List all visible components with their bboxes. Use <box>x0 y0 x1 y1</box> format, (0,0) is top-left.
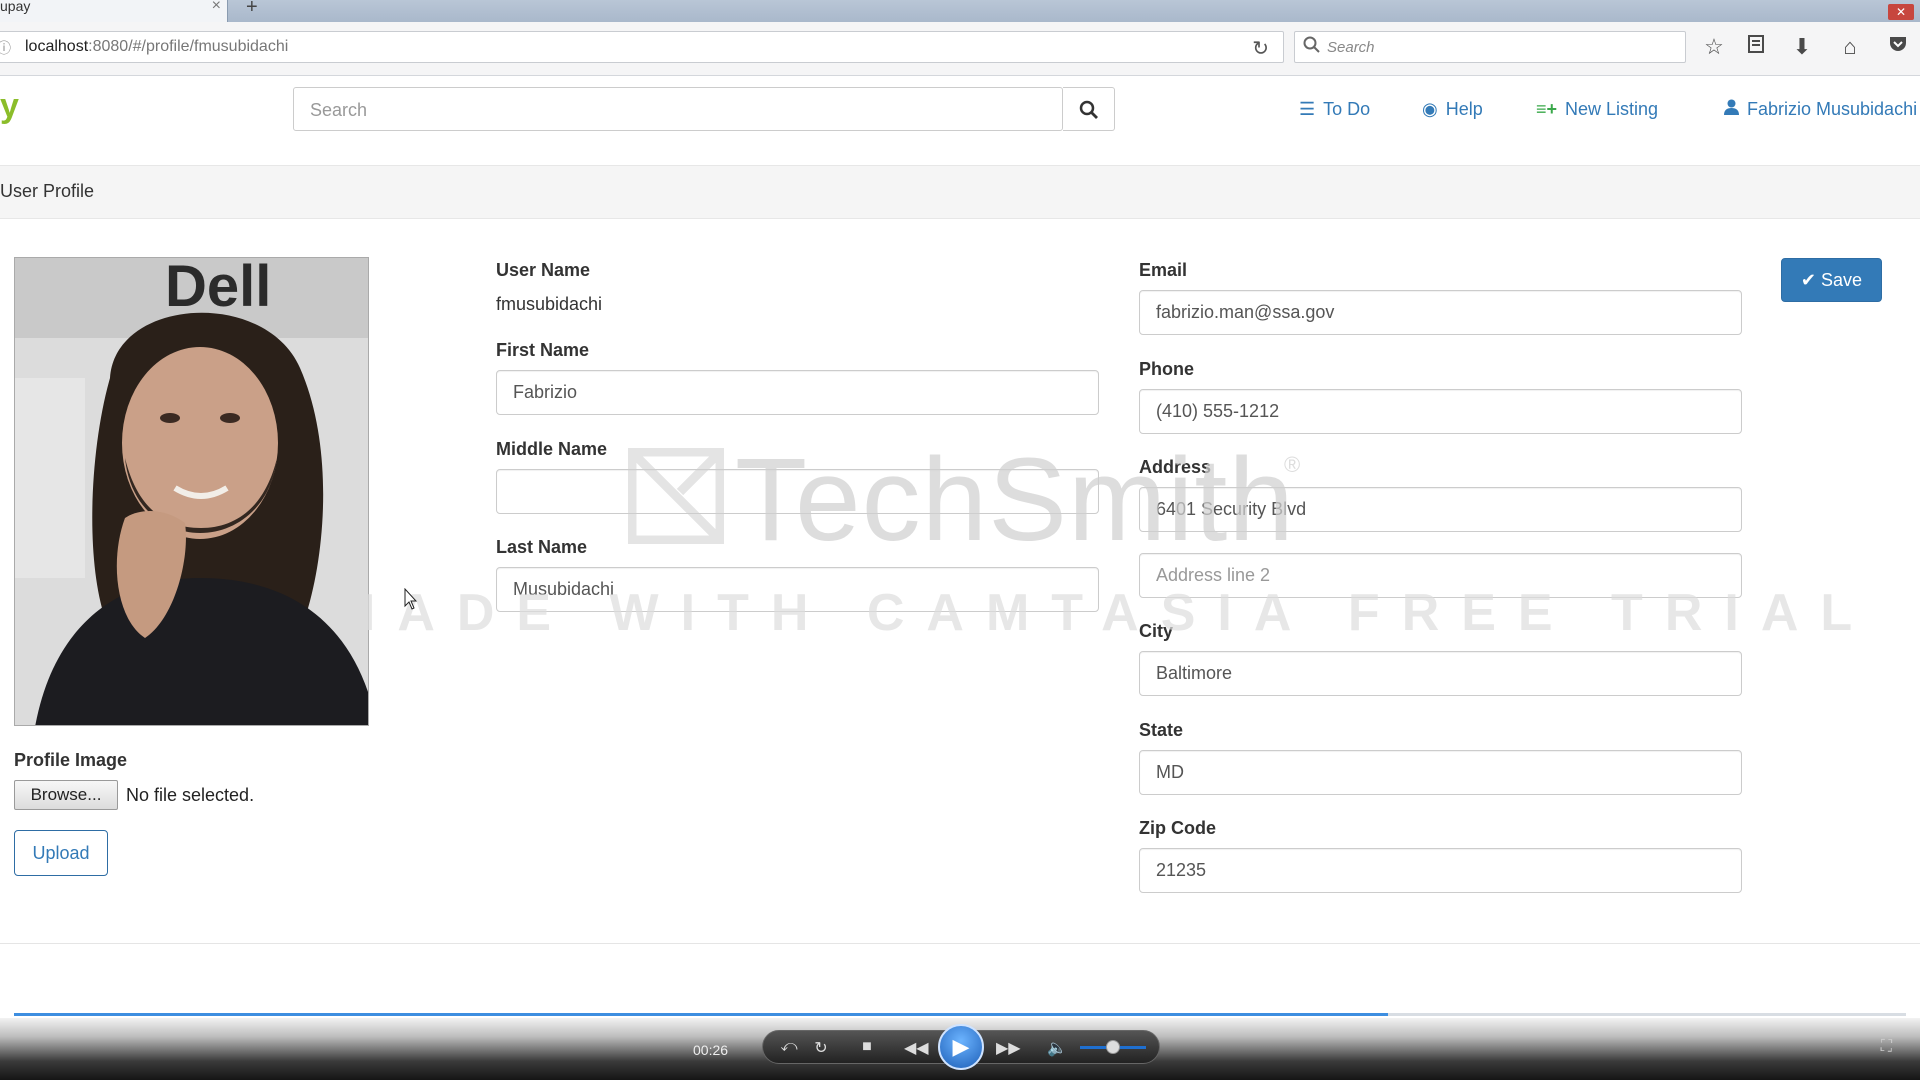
plus-list-icon: ≡+ <box>1536 99 1558 119</box>
zip-input[interactable]: 21235 <box>1139 848 1742 893</box>
app-search-button[interactable] <box>1063 87 1115 131</box>
middle-name-label: Middle Name <box>496 439 608 459</box>
file-status: No file selected. <box>126 785 255 805</box>
browser-tab[interactable]: upay × <box>0 0 228 22</box>
list-icon: ☰ <box>1299 99 1316 119</box>
nav-new-listing[interactable]: ≡+ New Listing <box>1536 99 1658 120</box>
play-button[interactable]: ▶ <box>938 1024 984 1070</box>
browser-search-box[interactable]: Search <box>1294 31 1686 63</box>
zip-label: Zip Code <box>1139 818 1216 838</box>
url-host: localhost <box>25 38 89 55</box>
reading-list-icon[interactable] <box>1742 34 1770 60</box>
check-icon: ✔ <box>1800 270 1817 290</box>
video-player-controls: 00:26 ⤺ ↻ ■ ◀◀ ▶ ▶▶ 🔈 ⛶ <box>0 1018 1920 1080</box>
state-input[interactable]: MD <box>1139 750 1742 795</box>
username-label: User Name <box>496 260 591 280</box>
nav-todo-label: To Do <box>1323 99 1371 119</box>
app-search-placeholder: Search <box>310 100 368 120</box>
replay-icon[interactable]: ↻ <box>810 1038 832 1058</box>
email-label: Email <box>1139 260 1188 280</box>
playback-time: 00:26 <box>693 1042 729 1058</box>
window-close-button[interactable]: ✕ <box>1888 4 1914 20</box>
play-icon: ▶ <box>952 1034 970 1059</box>
bookmark-star-icon[interactable]: ☆ <box>1700 34 1728 60</box>
volume-icon[interactable]: 🔈 <box>1046 1038 1068 1058</box>
phone-input[interactable]: (410) 555-1212 <box>1139 389 1742 434</box>
search-icon <box>1079 100 1098 119</box>
upload-button[interactable]: Upload <box>14 830 108 876</box>
profile-photo-image: Dell <box>15 258 368 725</box>
save-label: Save <box>1821 270 1863 290</box>
site-info-icon[interactable]: ⓘ <box>0 38 11 58</box>
fullscreen-icon[interactable]: ⛶ <box>1881 1038 1892 1056</box>
nav-help-label: Help <box>1445 99 1483 119</box>
watermark-brand: TechSmith <box>735 434 1295 566</box>
nav-user[interactable]: Fabrizio Musubidachi <box>1724 99 1917 120</box>
nav-todo[interactable]: ☰ To Do <box>1299 99 1370 120</box>
username-value: fmusubidachi <box>496 294 603 314</box>
techsmith-logo-icon <box>628 448 724 544</box>
brand-logo[interactable]: y <box>0 87 19 126</box>
watermark-registered: ® <box>1284 452 1301 477</box>
first-name-label: First Name <box>496 340 590 360</box>
phone-label: Phone <box>1139 359 1195 379</box>
save-button[interactable]: ✔ Save <box>1781 258 1882 302</box>
search-icon <box>1303 36 1321 59</box>
download-icon[interactable]: ⬇ <box>1788 34 1816 60</box>
address-bar[interactable]: ⓘ localhost:8080/#/profile/fmusubidachi … <box>0 31 1284 63</box>
browse-button[interactable]: Browse... <box>14 780 118 810</box>
nav-help[interactable]: ◉ Help <box>1422 99 1483 120</box>
profile-photo: Dell <box>14 257 369 726</box>
app-search-input[interactable]: Search <box>293 87 1063 131</box>
url-path: :8080/#/profile/fmusubidachi <box>88 38 289 55</box>
nav-user-label: Fabrizio Musubidachi <box>1747 99 1918 119</box>
mouse-cursor-icon <box>404 588 418 610</box>
last-name-label: Last Name <box>496 537 588 557</box>
browser-navbar: ⓘ localhost:8080/#/profile/fmusubidachi … <box>0 22 1920 76</box>
city-input[interactable]: Baltimore <box>1139 651 1742 696</box>
rewind-start-icon[interactable]: ⤺ <box>778 1038 800 1056</box>
page-title-bar: User Profile <box>0 165 1920 219</box>
email-input[interactable]: fabrizio.man@ssa.gov <box>1139 290 1742 335</box>
address-bar-url: localhost:8080/#/profile/fmusubidachi <box>25 38 288 56</box>
browser-search-placeholder: Search <box>1327 39 1375 56</box>
playback-progress-bar[interactable] <box>14 1013 1906 1016</box>
svg-text:Dell: Dell <box>165 258 271 319</box>
stop-icon[interactable]: ■ <box>856 1038 878 1056</box>
user-icon <box>1724 99 1739 120</box>
lifebuoy-icon: ◉ <box>1422 99 1438 119</box>
profile-image-label: Profile Image <box>14 750 128 770</box>
new-tab-button[interactable]: + <box>246 0 258 19</box>
playback-progress-fill <box>14 1013 1388 1016</box>
browser-tab-strip: upay × + ✕ <box>0 0 1920 22</box>
content-divider <box>0 943 1920 944</box>
pocket-icon[interactable] <box>1884 34 1912 60</box>
rewind-icon[interactable]: ◀◀ <box>904 1038 929 1058</box>
state-label: State <box>1139 720 1184 740</box>
browser-tab-title: upay <box>0 0 31 14</box>
fast-forward-icon[interactable]: ▶▶ <box>996 1038 1021 1058</box>
tab-close-icon[interactable]: × <box>212 0 221 15</box>
app-header: y Search ☰ To Do ◉ Help ≡+ New Listing Fabr… <box>0 77 1920 165</box>
home-icon[interactable]: ⌂ <box>1836 34 1864 60</box>
volume-slider-knob[interactable] <box>1106 1040 1120 1054</box>
nav-new-listing-label: New Listing <box>1565 99 1659 119</box>
page-title: User Profile <box>0 181 95 201</box>
reload-icon[interactable]: ↻ <box>1252 36 1269 61</box>
first-name-input[interactable]: Fabrizio <box>496 370 1099 415</box>
watermark-trial-text: MADE WITH CAMTASIA FREE TRIAL <box>332 584 1875 642</box>
